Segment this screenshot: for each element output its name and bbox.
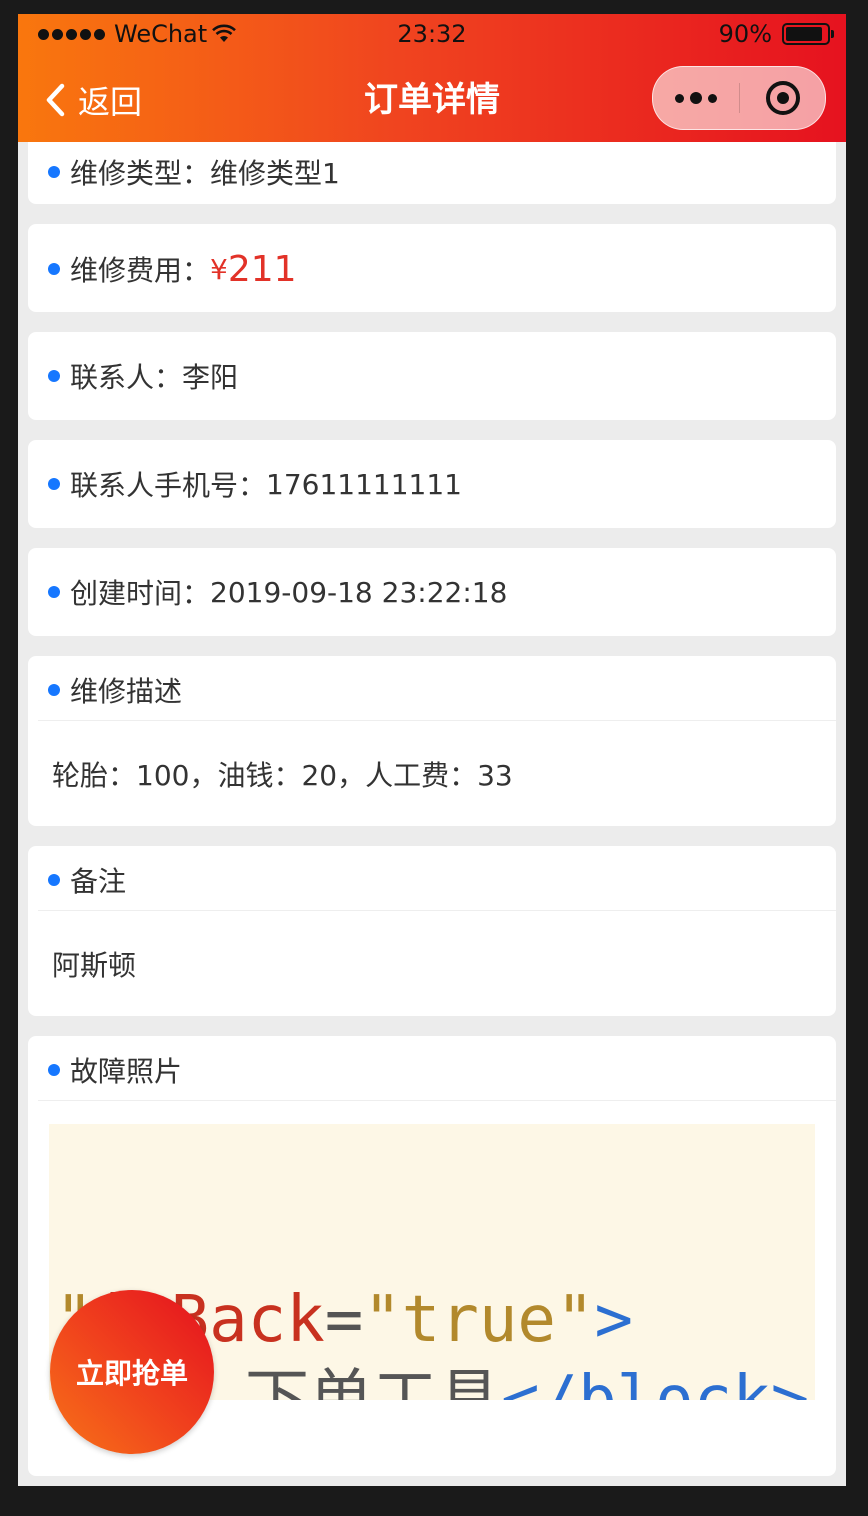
- navigation-bar: 返回 订单详情: [18, 58, 846, 142]
- repair-cost-row: 维修费用： ¥ 211: [48, 246, 297, 292]
- header: WeChat 23:32 90% 返回 订单详情: [18, 14, 846, 142]
- bullet-dot-icon: [48, 874, 60, 886]
- divider: [38, 1100, 836, 1101]
- more-menu-button[interactable]: [653, 67, 739, 129]
- more-dots-icon: [672, 92, 720, 104]
- bullet-dot-icon: [48, 166, 60, 178]
- created-time-value: 2019-09-18 23:22:18: [210, 575, 508, 609]
- target-circle-icon: [765, 81, 800, 115]
- contact-card: 联系人： 李阳: [28, 332, 836, 420]
- created-time-card: 创建时间： 2019-09-18 23:22:18: [28, 548, 836, 636]
- remarks-content: 阿斯顿: [52, 949, 137, 982]
- remarks-title: 备注: [70, 865, 127, 898]
- description-content: 轮胎：100，油钱：20，人工费：33: [52, 759, 513, 792]
- contact-phone-row: 联系人手机号： 17611111111: [48, 464, 462, 504]
- divider: [38, 910, 836, 911]
- battery-percent: 90%: [718, 20, 772, 48]
- contact-value: 李阳: [182, 361, 239, 394]
- bullet-dot-icon: [48, 263, 60, 275]
- repair-cost-value: 211: [227, 248, 297, 290]
- contact-phone-label: 联系人手机号：: [70, 469, 267, 502]
- repair-type-value: 维修类型1: [210, 157, 340, 190]
- created-time-label: 创建时间：: [70, 577, 211, 610]
- created-time-row: 创建时间： 2019-09-18 23:22:18: [48, 572, 507, 612]
- description-title-row: 维修描述: [48, 670, 182, 710]
- repair-cost-label: 维修费用：: [70, 254, 211, 287]
- currency-symbol: ¥: [210, 252, 228, 286]
- phone-screen: WeChat 23:32 90% 返回 订单详情 维修类型： 维修类型1 维修费…: [18, 14, 846, 1486]
- bullet-dot-icon: [48, 1064, 60, 1076]
- bullet-dot-icon: [48, 684, 60, 696]
- repair-type-row: 维修类型： 维修类型1: [48, 152, 340, 192]
- battery-status: 90%: [718, 18, 834, 50]
- bullet-dot-icon: [48, 370, 60, 382]
- contact-row: 联系人： 李阳: [48, 356, 238, 396]
- remarks-card: 备注 阿斯顿: [28, 846, 836, 1016]
- mini-program-capsule: [652, 66, 826, 130]
- contact-phone-value[interactable]: 17611111111: [266, 468, 462, 501]
- contact-phone-card: 联系人手机号： 17611111111: [28, 440, 836, 528]
- contact-label: 联系人：: [70, 361, 183, 394]
- repair-cost-card: 维修费用： ¥ 211: [28, 224, 836, 312]
- grab-order-button[interactable]: 立即抢单: [50, 1290, 214, 1454]
- repair-type-label: 维修类型：: [70, 157, 211, 190]
- close-mini-program-button[interactable]: [740, 67, 825, 129]
- remarks-title-row: 备注: [48, 860, 126, 900]
- photos-title: 故障照片: [70, 1055, 183, 1088]
- battery-fill: [786, 27, 822, 41]
- bullet-dot-icon: [48, 586, 60, 598]
- photos-title-row: 故障照片: [48, 1050, 182, 1090]
- status-bar: WeChat 23:32 90%: [18, 14, 846, 54]
- description-title: 维修描述: [70, 675, 183, 708]
- divider: [38, 720, 836, 721]
- description-card: 维修描述 轮胎：100，油钱：20，人工费：33: [28, 656, 836, 826]
- bullet-dot-icon: [48, 478, 60, 490]
- battery-icon: [782, 23, 834, 45]
